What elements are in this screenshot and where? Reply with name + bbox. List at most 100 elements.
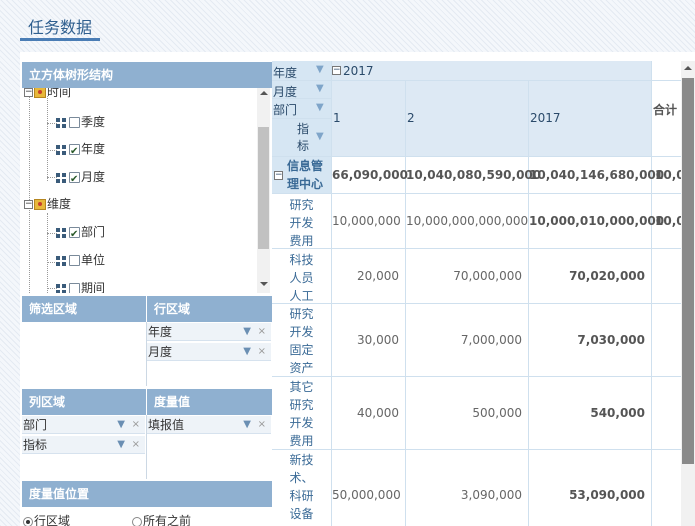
dept-checkbox[interactable] — [69, 225, 80, 245]
radio-all-before[interactable]: 所有之前 — [132, 512, 191, 526]
period-checkbox[interactable] — [69, 283, 80, 293]
table-scroll-thumb[interactable] — [682, 78, 694, 464]
filter-funnel-icon[interactable]: ▼ — [316, 102, 324, 113]
data-cell[interactable]: 70,020,000 — [529, 249, 652, 304]
tree-node-quarter[interactable]: 季度 — [56, 112, 105, 132]
data-cell[interactable]: 10,040,146,680,000 — [529, 157, 664, 194]
dim-label: 部门 — [273, 103, 298, 117]
row-label[interactable]: 研究开发固定资产 — [272, 304, 332, 377]
remove-icon[interactable]: × — [258, 323, 266, 341]
row-label[interactable]: 科技人员人工 — [272, 249, 332, 304]
row-label: 信息管理中心 — [286, 159, 323, 191]
tree-node-label: 期间 — [81, 281, 106, 293]
row-chip-month[interactable]: 月度 ▼ × — [147, 343, 271, 361]
data-cell[interactable]: 40,000 — [332, 377, 406, 450]
radio-label: 所有之前 — [143, 514, 192, 526]
filter-zone-header: 筛选区域 — [22, 296, 146, 322]
data-cell[interactable]: 10,040,080,590,000 — [406, 157, 541, 194]
data-cell[interactable]: 20,000 — [332, 249, 406, 304]
tree-node-dept[interactable]: 部门 — [56, 222, 106, 245]
data-cell[interactable]: 10,000,010,000,000 — [529, 194, 664, 249]
page-title: 任务数据 — [28, 18, 93, 37]
dimension-grid-icon — [56, 172, 66, 183]
row-chip-year[interactable]: 年度 ▼ × — [147, 323, 271, 341]
data-cell[interactable]: 53,090,000 — [529, 450, 652, 526]
dimension-grid-icon — [56, 227, 66, 238]
col-label: 合计 — [653, 103, 678, 117]
row-label[interactable]: 新技术、科研设备 — [272, 450, 332, 526]
col-chip-dept[interactable]: 部门 ▼ × — [22, 416, 145, 434]
data-cell[interactable]: 7,000,000 — [406, 304, 529, 377]
dimension-grid-icon — [56, 255, 66, 266]
collapse-icon[interactable]: − — [274, 171, 283, 180]
group-row-header[interactable]: − 信息管理中心 — [272, 157, 332, 194]
data-cell[interactable]: 7,030,000 — [529, 304, 652, 377]
dim-header-dept[interactable]: 部门 ▼ — [272, 99, 332, 119]
data-cell[interactable]: 3,090,000 — [406, 450, 529, 526]
collapse-icon[interactable]: − — [332, 66, 341, 75]
tree-node-year[interactable]: 年度 — [56, 139, 105, 162]
filter-funnel-icon[interactable]: ▼ — [316, 83, 324, 94]
data-cell[interactable]: 540,000 — [529, 377, 652, 450]
dim-header-year[interactable]: 年度 ▼ — [272, 61, 332, 81]
tree-node-label: 部门 — [81, 225, 106, 239]
scroll-up-icon[interactable] — [684, 66, 692, 70]
month-checkbox[interactable] — [69, 170, 80, 190]
data-cell[interactable]: 66,090,000 — [332, 157, 408, 194]
tree-node-label: 时间 — [47, 88, 72, 99]
data-cell[interactable]: 500,000 — [406, 377, 529, 450]
remove-icon[interactable]: × — [258, 343, 266, 361]
radio-row-area[interactable]: 行区域 — [23, 512, 70, 526]
row-label[interactable]: 其它研究开发费用 — [272, 377, 332, 450]
tree-node-label: 月度 — [81, 170, 106, 184]
tree-scroll-thumb[interactable] — [258, 127, 269, 249]
col-chip-metric[interactable]: 指标 ▼ × — [22, 436, 145, 454]
radio-button[interactable] — [132, 516, 142, 526]
measure-zone-header: 度量值 — [147, 389, 273, 415]
tree-guide — [29, 88, 30, 208]
measure-position-header: 度量值位置 — [22, 481, 273, 507]
row-label[interactable]: 研究开发费用 — [272, 194, 332, 249]
year-checkbox[interactable] — [69, 142, 80, 162]
col-header-1[interactable]: 1 — [332, 81, 406, 157]
filter-funnel-icon[interactable]: ▼ — [117, 416, 125, 434]
data-cell[interactable]: 50,000,000 — [332, 450, 406, 526]
data-cell[interactable]: 70,000,000 — [406, 249, 529, 304]
title-underline — [20, 38, 100, 41]
measure-chip-value[interactable]: 填报值 ▼ × — [147, 416, 271, 434]
filter-funnel-icon[interactable]: ▼ — [316, 131, 324, 142]
data-cell[interactable]: 10,000,000 — [332, 194, 406, 249]
tree-node-month[interactable]: 月度 — [56, 167, 106, 190]
filter-funnel-icon[interactable]: ▼ — [243, 416, 251, 434]
unit-checkbox[interactable] — [69, 255, 80, 266]
cube-tree: − 时间 季度 年度 月度 − 维度 部门 单位 期间 — [22, 88, 258, 293]
col-year-header[interactable]: − 2017 — [332, 61, 652, 81]
chip-label: 指标 — [23, 438, 48, 452]
collapse-icon[interactable]: − — [24, 88, 33, 97]
tree-node-time[interactable]: − 时间 — [24, 88, 71, 102]
filter-funnel-icon[interactable]: ▼ — [117, 436, 125, 454]
dim-header-month[interactable]: 月度 ▼ — [272, 81, 332, 99]
scroll-down-icon[interactable] — [260, 282, 268, 286]
data-cell[interactable]: 10,000,000,000,000 — [406, 194, 529, 249]
dim-header-metric[interactable]: 指标 ▼ — [272, 119, 332, 157]
col-header-2[interactable]: 2 — [406, 81, 529, 157]
filter-funnel-icon[interactable]: ▼ — [243, 323, 251, 341]
tree-node-period[interactable]: 期间 — [56, 278, 105, 293]
col-header-2017[interactable]: 2017 — [529, 81, 652, 157]
scroll-up-icon[interactable] — [260, 91, 268, 95]
tree-node-unit[interactable]: 单位 — [56, 250, 105, 270]
data-cell[interactable]: 30,000 — [332, 304, 406, 377]
remove-icon[interactable]: × — [132, 416, 140, 434]
collapse-icon[interactable]: − — [24, 200, 33, 209]
tree-node-dimension[interactable]: − 维度 — [24, 194, 71, 214]
remove-icon[interactable]: × — [258, 416, 266, 434]
filter-zone-drop[interactable] — [22, 322, 146, 386]
pivot-table: 年度 ▼ 月度 ▼ 部门 ▼ 指标 ▼ − 2017 1 2 2017 合计 −… — [272, 61, 695, 526]
filter-funnel-icon[interactable]: ▼ — [316, 64, 324, 75]
quarter-checkbox[interactable] — [69, 117, 80, 128]
filter-funnel-icon[interactable]: ▼ — [243, 343, 251, 361]
remove-icon[interactable]: × — [132, 436, 140, 454]
radio-button[interactable] — [23, 516, 33, 526]
col-label: 2017 — [530, 111, 561, 125]
